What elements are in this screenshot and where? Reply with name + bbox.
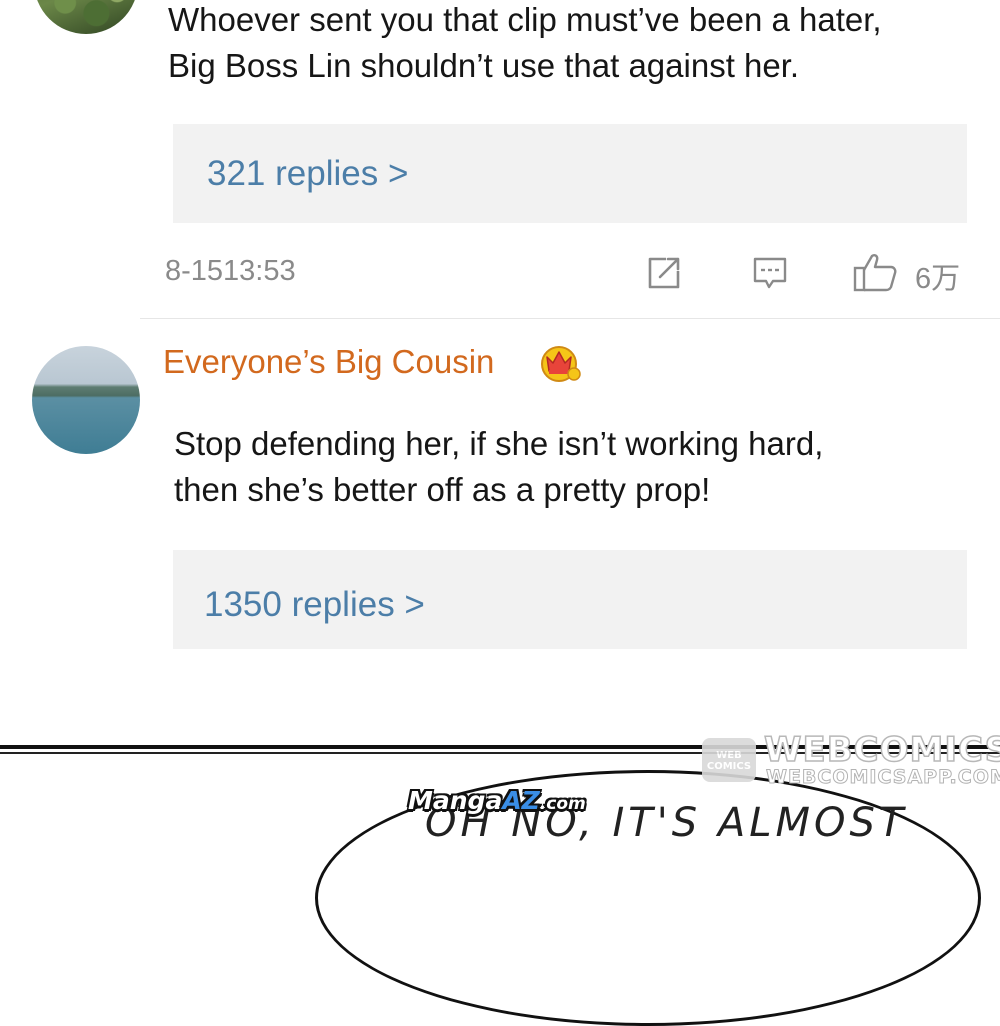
comment-text-line: Big Boss Lin shouldn’t use that against … bbox=[168, 47, 800, 84]
commenter-avatar[interactable] bbox=[32, 346, 140, 454]
share-icon[interactable] bbox=[646, 255, 682, 291]
webcomics-logo-line: COMICS bbox=[706, 761, 752, 772]
comment-icon[interactable] bbox=[752, 255, 788, 291]
crown-icon bbox=[541, 346, 581, 382]
thumbs-up-icon[interactable] bbox=[853, 252, 897, 292]
like-count: 6万 bbox=[915, 263, 961, 295]
view-replies-link[interactable]: 1350 replies > bbox=[204, 585, 425, 625]
replies-preview[interactable]: 321 replies > bbox=[173, 124, 967, 223]
comment-meta-row: 8-1513:53 6万 bbox=[0, 250, 1000, 295]
mangaaz-az: AZ bbox=[502, 786, 540, 815]
replies-preview[interactable]: 1350 replies > bbox=[173, 550, 967, 649]
mangaaz-suffix: .com bbox=[539, 794, 586, 814]
webcomics-logo-text: WEB COMICS bbox=[702, 750, 756, 772]
mangaaz-watermark: MangaAZ.com bbox=[408, 786, 586, 815]
comment-timestamp: 8-1513:53 bbox=[165, 255, 296, 287]
comment-text-line: Whoever sent you that clip must’ve been … bbox=[168, 1, 882, 38]
webcomics-url-watermark: WEBCOMICSAPP.COM bbox=[766, 766, 1000, 789]
commenter-username[interactable]: Everyone’s Big Cousin bbox=[163, 343, 494, 381]
mangaaz-prefix: Manga bbox=[408, 786, 503, 815]
webcomics-watermark: WEBCOMICS bbox=[763, 729, 1000, 771]
webcomics-logo-icon: WEB COMICS bbox=[702, 738, 756, 782]
view-replies-link[interactable]: 321 replies > bbox=[207, 154, 408, 194]
comment-text-line: Stop defending her, if she isn’t working… bbox=[174, 425, 824, 462]
comment-divider bbox=[140, 318, 1000, 319]
comment-text: Stop defending her, if she isn’t working… bbox=[174, 421, 823, 513]
commenter-avatar[interactable] bbox=[34, 0, 138, 34]
comment-text-line: then she’s better off as a pretty prop! bbox=[174, 471, 711, 508]
webcomics-logo-line: WEB bbox=[716, 750, 742, 761]
comment-text: Whoever sent you that clip must’ve been … bbox=[168, 0, 882, 89]
